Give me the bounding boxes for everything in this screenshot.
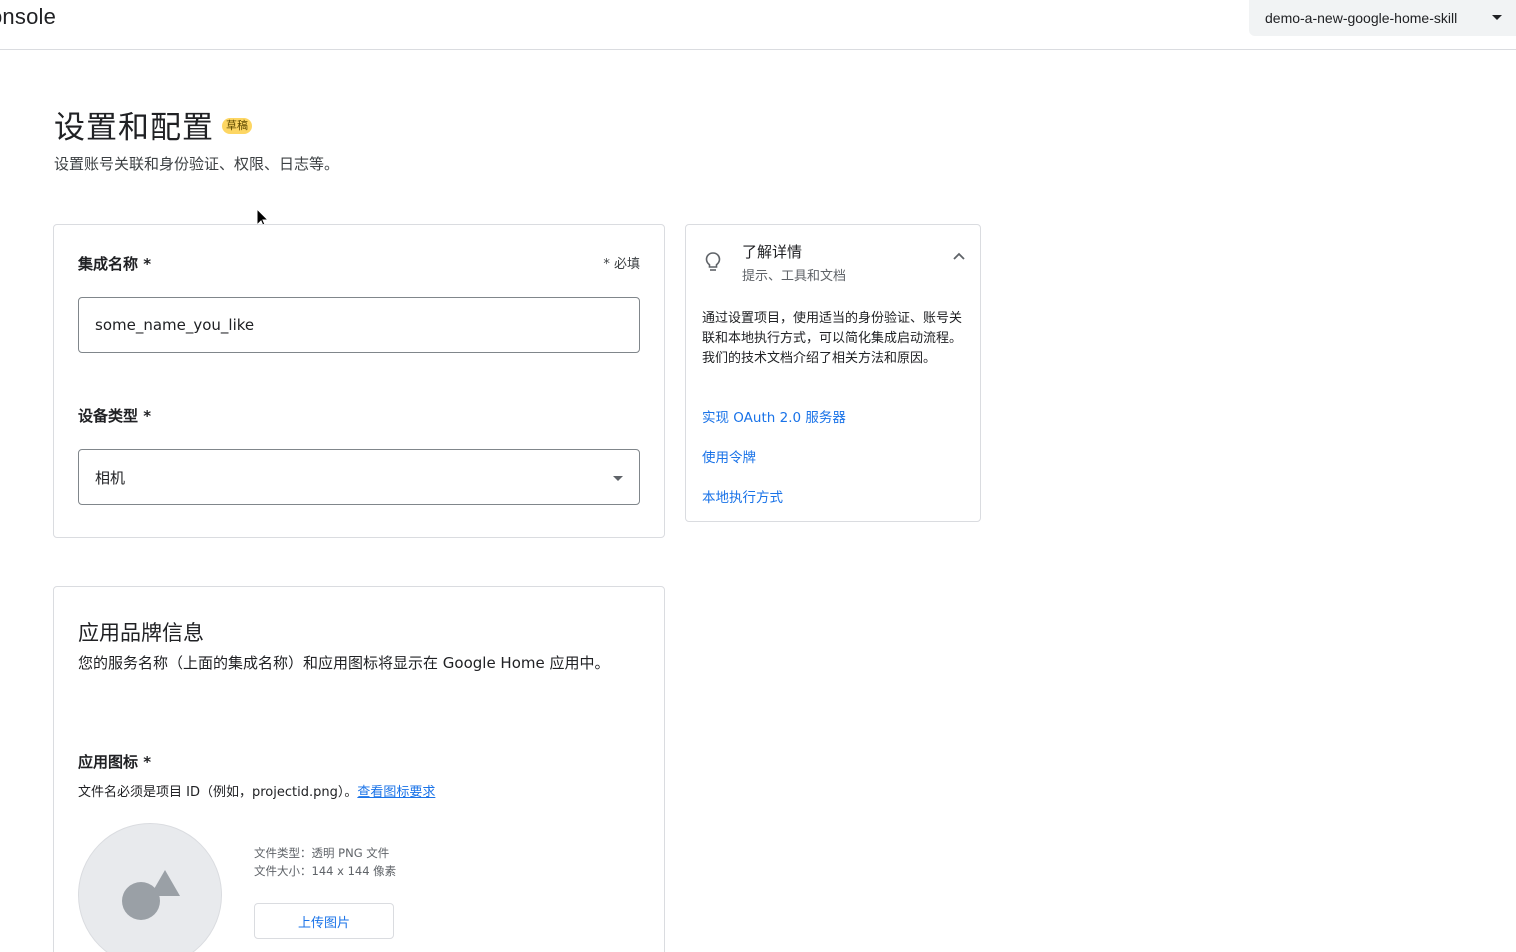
page-subtitle: 设置账号关联和身份验证、权限、日志等。 xyxy=(54,155,340,173)
app-icon-label: 应用图标 * xyxy=(78,753,152,771)
app-branding-card: 应用品牌信息 您的服务名称（上面的集成名称）和应用图标将显示在 Google H… xyxy=(53,586,665,952)
app-branding-description: 您的服务名称（上面的集成名称）和应用图标将显示在 Google Home 应用中… xyxy=(78,654,610,672)
device-type-select[interactable]: 相机 xyxy=(78,449,640,505)
link-use-tokens[interactable]: 使用令牌 xyxy=(702,446,756,466)
lightbulb-icon xyxy=(705,252,721,271)
page-title: 设置和配置 xyxy=(54,110,214,146)
icon-requirements-link[interactable]: 查看图标要求 xyxy=(357,785,435,800)
integration-name-label: 集成名称 * xyxy=(78,255,152,273)
link-oauth-server[interactable]: 实现 OAuth 2.0 服务器 xyxy=(702,406,846,426)
app-branding-title: 应用品牌信息 xyxy=(78,621,204,645)
top-bar: onsole demo-a-new-google-home-skill xyxy=(0,0,1516,50)
chevron-down-icon xyxy=(1492,15,1502,20)
upload-image-button[interactable]: 上传图片 xyxy=(254,903,394,939)
file-type-info: 文件类型：透明 PNG 文件 xyxy=(254,846,390,860)
app-icon-hint: 文件名必须是项目 ID（例如，projectid.png）。查看图标要求 xyxy=(78,781,435,800)
learn-more-card: 了解详情 提示、工具和文档 通过设置项目，使用适当的身份验证、账号关联和本地执行… xyxy=(685,224,981,522)
draft-badge: 草稿 xyxy=(222,117,252,134)
project-name: demo-a-new-google-home-skill xyxy=(1265,10,1458,26)
app-title: onsole xyxy=(0,4,57,29)
device-type-value: 相机 xyxy=(95,468,126,487)
learn-more-title: 了解详情 xyxy=(742,243,803,261)
link-local-execution[interactable]: 本地执行方式 xyxy=(702,486,783,506)
app-icon-placeholder xyxy=(78,823,222,952)
image-placeholder-icon xyxy=(122,870,180,920)
page-heading: 设置和配置 草稿 xyxy=(54,102,252,147)
required-note: * 必填 xyxy=(603,257,640,272)
learn-more-body: 通过设置项目，使用适当的身份验证、账号关联和本地执行方式，可以简化集成启动流程。… xyxy=(702,311,963,366)
dropdown-arrow-icon xyxy=(613,476,623,481)
integration-name-input[interactable] xyxy=(78,297,640,353)
app-icon-hint-text: 文件名必须是项目 ID（例如，projectid.png）。 xyxy=(78,785,358,800)
file-size-info: 文件大小：144 x 144 像素 xyxy=(254,864,397,878)
project-picker[interactable]: demo-a-new-google-home-skill xyxy=(1249,0,1516,36)
device-type-label: 设备类型 * xyxy=(78,407,152,425)
learn-more-subtitle: 提示、工具和文档 xyxy=(742,269,847,284)
integration-settings-card: 集成名称 * * 必填 设备类型 * 相机 xyxy=(53,224,665,538)
chevron-up-icon[interactable] xyxy=(952,251,966,261)
